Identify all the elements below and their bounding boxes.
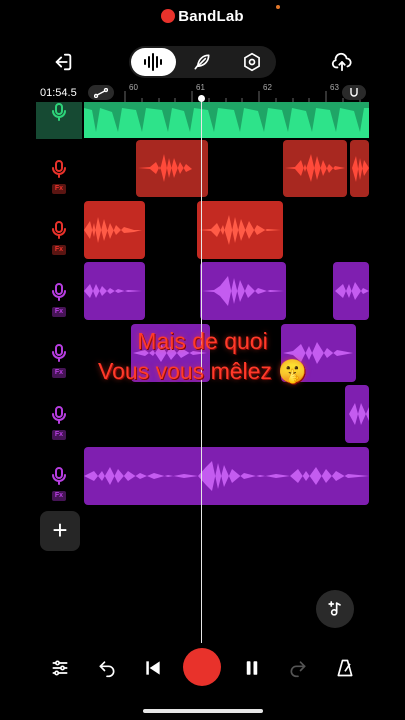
waveform (138, 154, 206, 182)
pause-button[interactable] (239, 655, 265, 681)
caption-line-1: Mais de quoi (137, 328, 268, 354)
waveform (84, 108, 369, 138)
caption-line-2: Vous vous mêlez 🤫 (98, 358, 307, 384)
track-1-controls[interactable] (46, 103, 72, 121)
waveform (335, 282, 369, 300)
app-name: BandLab (178, 8, 244, 25)
audio-clip[interactable] (84, 201, 145, 259)
fx-badge[interactable]: Fx (52, 491, 66, 501)
audio-clip[interactable] (333, 262, 369, 320)
track-7-controls[interactable]: Fx (46, 467, 72, 501)
automation-button[interactable] (88, 85, 114, 100)
exit-button[interactable] (50, 50, 76, 74)
fx-badge[interactable]: Fx (52, 430, 66, 440)
pause-icon (246, 661, 258, 675)
mic-icon (52, 406, 66, 424)
waveform-view-button[interactable] (131, 48, 176, 76)
home-indicator (143, 709, 263, 713)
mic-icon (52, 160, 66, 178)
redo-button[interactable] (285, 655, 311, 681)
metronome-icon (337, 659, 353, 677)
exit-icon (55, 53, 72, 71)
mic-icon (52, 467, 66, 485)
audio-clip[interactable] (350, 140, 369, 197)
add-music-icon (328, 601, 341, 616)
record-button[interactable] (183, 648, 221, 686)
mic-icon (52, 221, 66, 239)
skip-back-icon (146, 661, 160, 675)
playhead-handle[interactable] (198, 95, 205, 102)
settings-view-button[interactable] (232, 48, 272, 76)
fx-badge[interactable]: Fx (52, 184, 66, 194)
sliders-icon (52, 660, 68, 676)
add-music-button[interactable] (316, 590, 354, 628)
skip-to-start-button[interactable] (140, 655, 166, 681)
add-track-button[interactable]: + (40, 511, 80, 551)
track-2-controls[interactable]: Fx (46, 160, 72, 194)
time-display: 01:54.5 (40, 87, 77, 99)
waveform (199, 215, 281, 245)
app-brand: BandLab (0, 8, 405, 25)
audio-clip[interactable] (136, 140, 208, 197)
mic-icon (52, 103, 66, 121)
audio-clip[interactable] (200, 262, 286, 320)
automation-icon (94, 87, 108, 98)
audio-clip[interactable] (84, 262, 145, 320)
audio-clip[interactable] (283, 140, 347, 197)
track-3-controls[interactable]: Fx (46, 221, 72, 255)
audio-clip[interactable] (84, 102, 369, 138)
metronome-button[interactable] (332, 655, 358, 681)
caption-overlay: Mais de quoi Vous vous mêlez 🤫 (0, 326, 405, 386)
redo-icon (290, 661, 306, 678)
bandlab-logo-icon (161, 9, 176, 23)
waveform-icon (143, 53, 162, 71)
snap-button[interactable] (342, 85, 366, 100)
bar-ruler[interactable]: 60 61 62 63 (124, 83, 369, 103)
waveform (285, 154, 345, 182)
magnet-icon (350, 87, 358, 97)
fx-badge[interactable]: Fx (52, 245, 66, 255)
upload-button[interactable] (328, 50, 356, 74)
audio-clip[interactable] (84, 447, 369, 505)
mic-icon (52, 283, 66, 301)
waveform (84, 217, 142, 243)
undo-icon (99, 661, 115, 678)
fx-badge[interactable]: Fx (52, 307, 66, 317)
waveform (352, 156, 369, 182)
feather-icon (194, 54, 210, 70)
hexagon-settings-icon (244, 52, 260, 72)
undo-button[interactable] (94, 655, 120, 681)
audio-clip[interactable] (197, 201, 283, 259)
audio-clip[interactable] (345, 385, 369, 443)
cloud-upload-icon (331, 52, 352, 72)
track-lanes (84, 102, 369, 506)
waveform (349, 403, 369, 425)
track-6-controls[interactable]: Fx (46, 406, 72, 440)
track-4-controls[interactable]: Fx (46, 283, 72, 317)
waveform (84, 284, 142, 298)
lyrics-view-button[interactable] (182, 48, 222, 76)
waveform (202, 276, 284, 306)
camera-indicator-dot (276, 5, 280, 9)
waveform (84, 461, 369, 491)
mixer-button[interactable] (47, 655, 73, 681)
